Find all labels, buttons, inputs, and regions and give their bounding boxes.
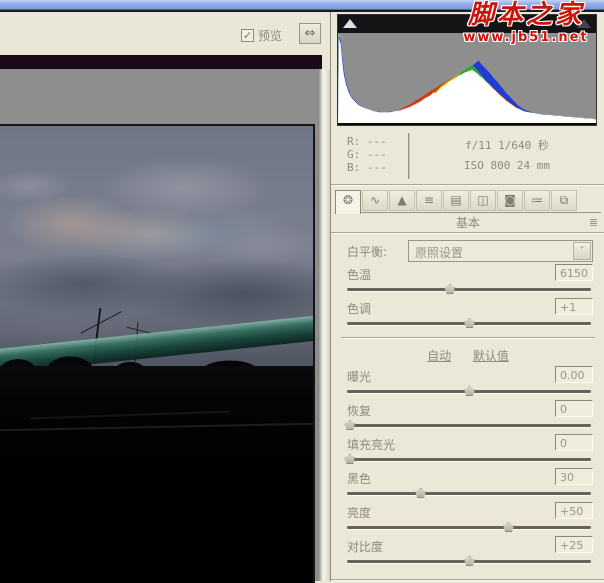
temperature-thumb[interactable]: [444, 284, 455, 294]
wb-sliders: 色温 6150 色调 +1: [345, 264, 593, 332]
exposure-label: 曝光: [347, 368, 371, 385]
white-balance-row: 白平衡: 原照设置 ˅: [345, 240, 593, 262]
exposure-thumb[interactable]: [464, 386, 475, 396]
slider-row-fill-light: 填充亮光 0: [345, 434, 593, 468]
chevron-down-icon[interactable]: ˅: [573, 242, 591, 260]
preview-toolbar: ✓ 预览 ⇔: [0, 12, 330, 55]
panel-title: 基本: [456, 216, 480, 230]
auto-link[interactable]: 自动: [427, 349, 451, 363]
histogram-channel-white: [338, 38, 596, 123]
temperature-track[interactable]: [347, 288, 591, 291]
tab-split-toning[interactable]: ▤: [443, 190, 469, 211]
tint-thumb[interactable]: [464, 318, 475, 328]
recovery-label: 恢复: [347, 402, 371, 419]
image-top-strip: [0, 55, 322, 69]
tab-detail[interactable]: ▲: [389, 190, 415, 211]
contrast-track[interactable]: [347, 560, 591, 563]
recovery-thumb[interactable]: [344, 420, 355, 430]
info-divider: [409, 133, 410, 179]
recovery-value[interactable]: 0: [555, 400, 593, 417]
blacks-value[interactable]: 30: [555, 468, 593, 485]
preview-checkbox-group[interactable]: ✓ 预览: [241, 27, 282, 44]
blacks-track[interactable]: [347, 492, 591, 495]
exif-info-area: R: ---G: ---B: --- f/11 1/640 秒ISO 800 2…: [337, 130, 597, 182]
adjustments-panel: R: ---G: ---B: --- f/11 1/640 秒ISO 800 2…: [330, 12, 604, 581]
slider-row-brightness: 亮度 +50: [345, 502, 593, 536]
brightness-label: 亮度: [347, 504, 371, 521]
tone-sliders: 曝光 0.00 恢复 0 填充亮光 0 黑色 30 亮度 +50 对比度 +25: [345, 366, 593, 570]
brightness-value[interactable]: +50: [555, 502, 593, 519]
slider-row-tint: 色调 +1: [345, 298, 593, 332]
tint-value[interactable]: +1: [555, 298, 593, 315]
white-balance-select[interactable]: 原照设置 ˅: [408, 240, 593, 262]
photo-foreground: [0, 366, 313, 583]
slider-row-exposure: 曝光 0.00: [345, 366, 593, 400]
preview-pane: ✓ 预览 ⇔: [0, 12, 330, 581]
exposure-track[interactable]: [347, 390, 591, 393]
contrast-label: 对比度: [347, 538, 383, 555]
basic-panel-content: 白平衡: 原照设置 ˅ 色温6150色调+1 自动 默认值 曝光0.00恢复0填…: [331, 234, 604, 581]
exposure-value[interactable]: 0.00: [555, 366, 593, 383]
separator: [341, 337, 595, 339]
tab-basic[interactable]: ❂: [335, 190, 361, 214]
tab-presets[interactable]: ≔: [524, 190, 550, 211]
slider-row-recovery: 恢复 0: [345, 400, 593, 434]
shadow-clipping-warning-icon[interactable]: [343, 19, 357, 28]
brightness-thumb[interactable]: [503, 522, 514, 532]
recovery-track[interactable]: [347, 424, 591, 427]
fill-light-thumb[interactable]: [344, 454, 355, 464]
fill-light-value[interactable]: 0: [555, 434, 593, 451]
window-titlebar: [0, 0, 604, 10]
histogram: [337, 14, 597, 126]
fill-light-label: 填充亮光: [347, 436, 395, 453]
contrast-thumb[interactable]: [464, 556, 475, 566]
exif-readout: f/11 1/640 秒ISO 800 24 mm: [421, 136, 593, 176]
histogram-plot: [338, 33, 596, 123]
fullscreen-toggle-button[interactable]: ⇔: [299, 23, 321, 44]
tab-lens-corrections[interactable]: ◫: [470, 190, 496, 211]
tab-camera-calibration[interactable]: ◙: [497, 190, 523, 211]
slider-row-contrast: 对比度 +25: [345, 536, 593, 570]
brightness-track[interactable]: [347, 526, 591, 529]
white-balance-value: 原照设置: [415, 244, 463, 261]
auto-default-links: 自动 默认值: [331, 347, 604, 364]
contrast-value[interactable]: +25: [555, 536, 593, 553]
panel-title-row: 基本 ≣: [335, 214, 601, 231]
tint-label: 色调: [347, 300, 371, 317]
slider-row-temperature: 色温 6150: [345, 264, 593, 298]
highlight-clipping-warning-icon[interactable]: [577, 19, 591, 28]
image-canvas: [0, 69, 318, 581]
photo-preview: [0, 124, 315, 583]
fill-light-track[interactable]: [347, 458, 591, 461]
tab-hsl-grayscale[interactable]: ≡: [416, 190, 442, 211]
rgb-readout: R: ---G: ---B: ---: [347, 135, 387, 174]
default-link[interactable]: 默认值: [473, 349, 509, 363]
separator: [331, 184, 604, 186]
histogram-baseline: [338, 123, 596, 125]
blacks-thumb[interactable]: [415, 488, 426, 498]
preview-checkbox-label: 预览: [258, 27, 282, 44]
preview-checkbox[interactable]: ✓: [241, 29, 254, 42]
histogram-header: [338, 15, 596, 33]
tab-bar: ❂∿▲≡▤◫◙≔⧉: [335, 188, 601, 213]
temperature-label: 色温: [347, 266, 371, 283]
tab-snapshots[interactable]: ⧉: [551, 190, 577, 211]
panel-menu-icon[interactable]: ≣: [589, 216, 598, 229]
pane-divider: [318, 69, 330, 581]
temperature-value[interactable]: 6150: [555, 264, 593, 281]
white-balance-label: 白平衡:: [347, 243, 387, 260]
slider-row-blacks: 黑色 30: [345, 468, 593, 502]
tint-track[interactable]: [347, 322, 591, 325]
blacks-label: 黑色: [347, 470, 371, 487]
tab-tone-curve[interactable]: ∿: [362, 190, 388, 211]
